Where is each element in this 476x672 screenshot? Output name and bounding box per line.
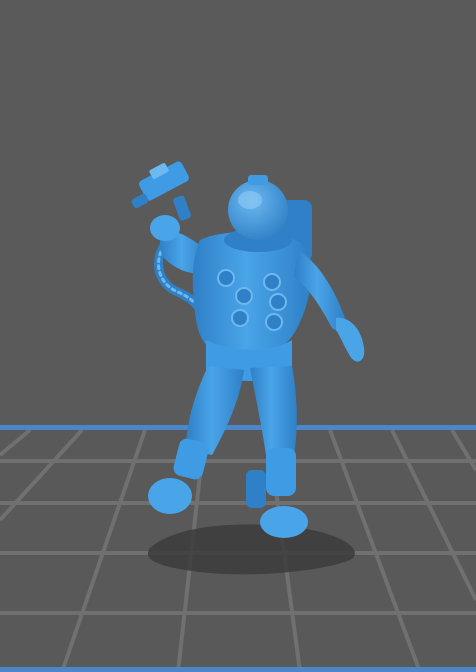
3d-viewport[interactable]: [0, 0, 476, 672]
left-boot: [148, 478, 192, 514]
right-shin: [266, 448, 296, 496]
right-boot: [260, 506, 308, 538]
rear-boot: [246, 470, 266, 508]
viewport-canvas[interactable]: [0, 0, 476, 672]
build-plate-bottom-edge: [0, 667, 476, 672]
helmet-visor-highlight: [238, 191, 262, 209]
left-glove: [150, 215, 180, 241]
build-plate-edge: [0, 425, 476, 430]
helmet: [228, 180, 288, 240]
helmet-lamp: [248, 175, 268, 185]
